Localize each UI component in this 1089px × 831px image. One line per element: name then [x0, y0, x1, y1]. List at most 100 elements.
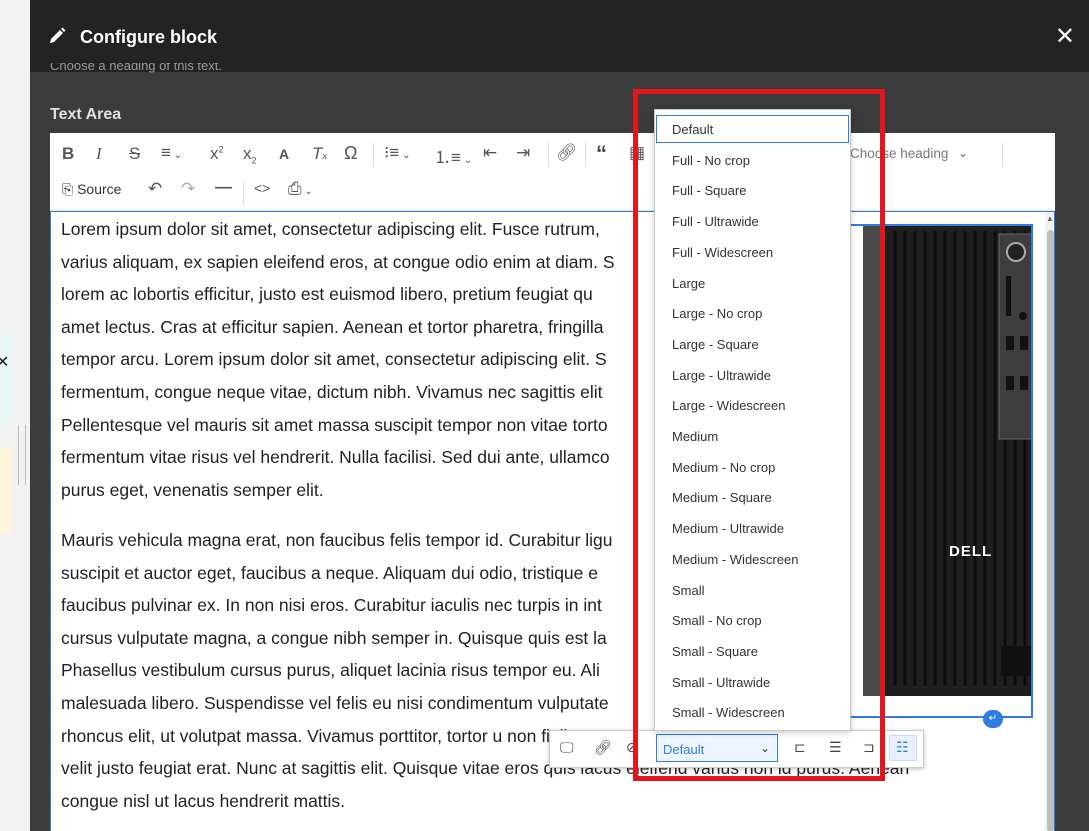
monitor-icon[interactable]: 🖵︎: [560, 739, 580, 757]
background-page: ✕: [0, 0, 30, 831]
dropdown-option-label: Medium - Ultrawide: [672, 521, 784, 537]
brand-logo: DELL: [949, 543, 993, 560]
dropdown-option-label: Medium - No crop: [672, 459, 776, 475]
dialog-titlebar: Configure block ✕: [30, 0, 1089, 72]
background-panel: [0, 448, 12, 533]
dropdown-option-label: Full - Square: [672, 183, 747, 199]
scrollbar-thumb[interactable]: [1047, 230, 1054, 831]
blockquote-button[interactable]: “: [596, 141, 607, 167]
undo-button[interactable]: ↶: [148, 179, 162, 199]
dropdown-option[interactable]: Small - Widescreen: [655, 697, 850, 727]
dropdown-option[interactable]: Medium: [655, 421, 850, 451]
dropdown-option-label: Medium - Square: [672, 490, 772, 506]
source-label: Source: [77, 181, 122, 197]
toolbar-separator: [243, 181, 244, 205]
numbered-list-button[interactable]: ⒈≡ ⌄: [434, 143, 472, 168]
toolbar-separator: [548, 143, 549, 167]
align-button[interactable]: ≡ ⌄: [161, 143, 182, 163]
toolbar-separator: [585, 143, 586, 167]
horizontal-line-button[interactable]: —: [215, 177, 232, 197]
chevron-down-icon: ⌄: [759, 741, 770, 755]
dropdown-option-label: Large - Square: [672, 336, 759, 352]
dropdown-option-label: Full - No crop: [672, 152, 751, 168]
dropdown-option-label: Large - No crop: [672, 306, 763, 322]
dropdown-option-label: Small: [672, 582, 705, 598]
dropdown-option[interactable]: Medium - Ultrawide: [655, 513, 850, 543]
dropdown-option[interactable]: Default: [655, 114, 850, 144]
dropdown-option-label: Full - Ultrawide: [672, 214, 759, 230]
dropdown-option[interactable]: Large: [655, 268, 850, 298]
strikethrough-button[interactable]: S: [129, 144, 140, 164]
bulleted-list-button[interactable]: ⁝≡ ⌄: [384, 143, 411, 163]
editor-toolbar: B I S ≡ ⌄ x2 x2 A Tx Ω ⁝≡ ⌄ ⒈≡ ⌄ ⇤ ⇥ 🔗︎ …: [50, 133, 1055, 211]
heading-select[interactable]: Choose heading: [850, 146, 948, 161]
side-image-icon: ☷: [896, 739, 909, 755]
editor-scrollbar[interactable]: ▲: [1045, 212, 1054, 831]
italic-button[interactable]: I: [96, 144, 102, 164]
code-block-button[interactable]: <>: [254, 180, 270, 196]
scroll-up-arrow[interactable]: ▲: [1046, 214, 1054, 223]
dropdown-option-label: Large - Ultrawide: [672, 367, 771, 383]
dropdown-option[interactable]: Medium - Square: [655, 482, 850, 512]
dropdown-option-label: Default: [672, 122, 714, 137]
dropdown-option[interactable]: Full - No crop: [655, 145, 850, 175]
superscript-button[interactable]: x2: [210, 144, 224, 164]
outdent-button[interactable]: ⇤: [483, 143, 497, 163]
chevron-down-icon: ⌄: [958, 146, 969, 160]
dialog-title: Configure block: [80, 27, 218, 47]
bold-button[interactable]: B: [62, 144, 74, 164]
dropdown-option[interactable]: Full - Square: [655, 175, 850, 205]
dropdown-option-label: Large - Widescreen: [672, 398, 786, 414]
table-button[interactable]: ▦: [629, 143, 645, 163]
dropdown-option[interactable]: Small - No crop: [655, 605, 850, 635]
redo-button[interactable]: ↷: [181, 179, 195, 199]
dropdown-option-label: Full - Widescreen: [672, 244, 774, 260]
dropdown-option[interactable]: Small - Square: [655, 636, 850, 666]
paragraph-line: congue nisl ut lacus hendrerit mattis.: [61, 790, 346, 811]
close-button[interactable]: ✕: [1055, 22, 1075, 51]
resize-handle[interactable]: [18, 425, 26, 485]
text-color-button[interactable]: A: [279, 146, 289, 162]
link-icon[interactable]: 🔗︎: [594, 739, 614, 757]
remove-format-button[interactable]: Tx: [312, 144, 327, 164]
close-icon[interactable]: ✕: [0, 352, 9, 372]
wrap-text-icon[interactable]: ☰: [829, 739, 849, 757]
link-icon[interactable]: 🔗︎: [556, 143, 578, 163]
rich-text-editor: B I S ≡ ⌄ x2 x2 A Tx Ω ⁝≡ ⌄ ⒈≡ ⌄ ⇤ ⇥ 🔗︎ …: [50, 133, 1055, 831]
dropdown-option[interactable]: Full - Widescreen: [655, 237, 850, 267]
dropdown-option-label: Small - Widescreen: [672, 705, 785, 721]
dropdown-option[interactable]: Medium - No crop: [655, 452, 850, 482]
dropdown-option-label: Small - No crop: [672, 613, 762, 629]
image-style-dropdown: Default Full - No crop Full - Square Full -…: [654, 109, 851, 731]
toolbar-separator: [1002, 143, 1003, 167]
dropdown-option-label: Small - Square: [672, 643, 758, 659]
dropdown-option[interactable]: Large - No crop: [655, 298, 850, 328]
field-description: Choose a heading of this text.: [50, 63, 223, 73]
dropdown-option[interactable]: Small - Ultrawide: [655, 667, 850, 697]
dropdown-option[interactable]: Large - Square: [655, 329, 850, 359]
dropdown-option[interactable]: Small: [655, 575, 850, 605]
toolbar-separator: [373, 143, 374, 167]
field-label: Text Area: [50, 106, 122, 123]
unlink-icon[interactable]: ⊘: [626, 739, 646, 757]
enter-icon[interactable]: ↵: [983, 710, 1003, 728]
dropdown-option[interactable]: Full - Ultrawide: [655, 206, 850, 236]
dropdown-option-label: Small - Ultrawide: [672, 674, 771, 690]
templates-button[interactable]: ⎙ ⌄: [288, 179, 313, 199]
align-right-icon[interactable]: ⊐: [863, 739, 883, 757]
image-style-value: Default: [663, 742, 705, 757]
dropdown-option[interactable]: Large - Widescreen: [655, 390, 850, 420]
image-style-select[interactable]: Default ⌄: [656, 734, 778, 762]
dropdown-option[interactable]: Medium - Widescreen: [655, 544, 850, 574]
configure-block-dialog: Configure block ✕ Choose a heading of th…: [30, 0, 1089, 831]
indent-button[interactable]: ⇥: [516, 143, 530, 163]
align-left-icon[interactable]: ⊏: [794, 739, 814, 757]
side-image-button[interactable]: ☷: [889, 735, 917, 761]
subscript-button[interactable]: x2: [243, 144, 257, 165]
image-toolbar: 🖵︎ 🔗︎ ⊘ Default ⌄ ⊏ ☰ ⊐ ☷: [549, 730, 924, 768]
dropdown-option[interactable]: Large - Ultrawide: [655, 360, 850, 390]
dropdown-option-label: Medium: [672, 429, 719, 444]
special-characters-button[interactable]: Ω: [344, 143, 357, 164]
dropdown-option-label: Large: [672, 275, 706, 291]
source-button[interactable]: ⎘ Source: [62, 181, 121, 198]
